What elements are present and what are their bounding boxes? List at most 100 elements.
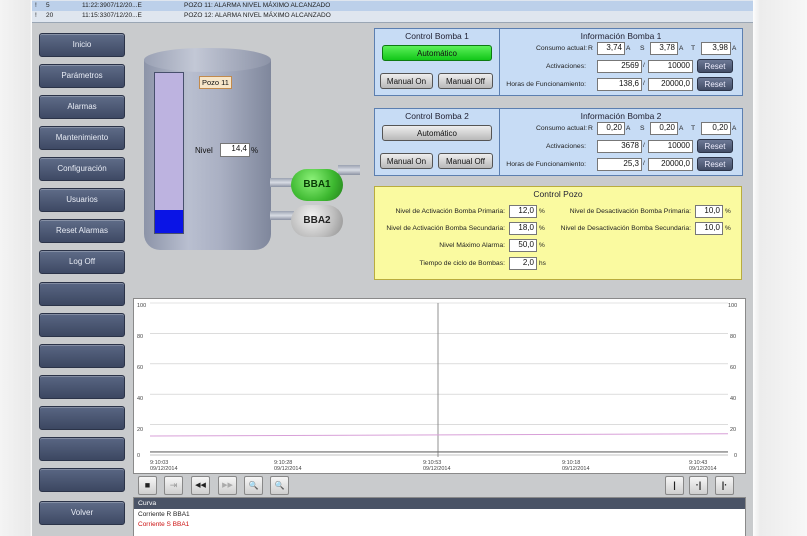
t-label: T (691, 125, 696, 132)
alarm-number: 20 (46, 12, 54, 19)
bomba1-r-value: 3,74 (597, 42, 625, 55)
horas-label: Horas de Funcionamiento: (506, 81, 586, 88)
pozo-unit: % (725, 225, 731, 232)
curve-row[interactable]: Corriente R BBA1 (138, 510, 190, 519)
bomba2-activaciones-max: 10000 (648, 140, 693, 153)
pozo-activacion-secundaria[interactable]: 18,0 (509, 222, 537, 235)
zoom-in-button[interactable]: 🔍 (244, 476, 263, 495)
bomba1-auto-button[interactable]: Automático (382, 45, 492, 61)
pozo-desactivacion-primaria[interactable]: 10,0 (695, 205, 723, 218)
nav-volver-button[interactable]: Volver (39, 501, 125, 525)
bomba1-activaciones: 2569 (597, 60, 642, 73)
bomba2-reset-horas-button[interactable]: Reset (697, 157, 733, 171)
nav-logoff-button[interactable]: Log Off (39, 250, 125, 274)
pozo-label: Nivel Máximo Alarma: (439, 242, 505, 249)
y-tick-label: 60 (137, 365, 143, 371)
nav-empty-button[interactable] (39, 344, 125, 368)
x-date-label: 09/12/2014 (150, 466, 178, 472)
bomba1-t-value: 3,98 (701, 42, 731, 55)
curve-row[interactable]: Corriente S BBA1 (138, 520, 189, 529)
nav-inicio-button[interactable]: Inicio (39, 33, 125, 57)
y-tick-label-right: 80 (730, 334, 736, 340)
r-label: R (588, 45, 593, 52)
info-bomba2-title: Información Bomba 2 (580, 111, 662, 121)
unit-a: A (679, 125, 684, 132)
nav-empty-button[interactable] (39, 375, 125, 399)
rewind-button[interactable]: ◀◀ (191, 476, 210, 495)
forward-button[interactable]: ▶▶ (218, 476, 237, 495)
nav-alarmas-button[interactable]: Alarmas (39, 95, 125, 119)
nav-mantenimiento-button[interactable]: Mantenimiento (39, 126, 125, 150)
bomba2-manual-on-button[interactable]: Manual On (380, 153, 433, 169)
bomba2-horas: 25,3 (597, 158, 642, 171)
pozo-desactivacion-secundaria[interactable]: 10,0 (695, 222, 723, 235)
pozo-tiempo-ciclo[interactable]: 2,0 (509, 257, 537, 270)
series-r-line (149, 433, 729, 437)
y-tick-label: 20 (137, 427, 143, 433)
y-tick-label-right: 100 (728, 303, 737, 309)
pozo-nivel-maximo[interactable]: 50,0 (509, 239, 537, 252)
bomba1-manual-off-button[interactable]: Manual Off (438, 73, 493, 89)
horas-label: Horas de Funcionamiento: (506, 161, 586, 168)
alarm-message: POZO 11: ALARMA NIVEL MÁXIMO ALCANZADO (184, 2, 331, 9)
y-tick-label-right: 0 (734, 453, 737, 459)
t-label: T (691, 45, 696, 52)
control-bomba2-panel: Control Bomba 2 Automático Manual On Man… (374, 108, 500, 176)
pozo-label: Nivel de Desactivación Bomba Secundaria: (560, 225, 691, 232)
pump1-icon[interactable]: BBA1 (291, 169, 343, 201)
pozo-label: Tiempo de ciclo de Bombas: (419, 260, 505, 267)
alarm-banner: ! 5 11:22:3907/12/20...E POZO 11: ALARMA… (32, 0, 753, 23)
bomba1-manual-on-button[interactable]: Manual On (380, 73, 433, 89)
nav-parametros-button[interactable]: Parámetros (39, 64, 125, 88)
nav-usuarios-button[interactable]: Usuarios (39, 188, 125, 212)
x-date-label: 09/12/2014 (274, 466, 302, 472)
nav-reset-alarmas-button[interactable]: Reset Alarmas (39, 219, 125, 243)
curve-table-header: Curva (134, 498, 745, 509)
scada-window: ! 5 11:22:3907/12/20...E POZO 11: ALARMA… (32, 0, 753, 536)
bomba1-reset-horas-button[interactable]: Reset (697, 77, 733, 91)
nav-configuracion-button[interactable]: Configuración (39, 157, 125, 181)
level-label: Nivel (195, 146, 213, 155)
bomba1-reset-activaciones-button[interactable]: Reset (697, 59, 733, 73)
info-bomba1-title: Información Bomba 1 (580, 31, 662, 41)
nav-empty-button[interactable] (39, 406, 125, 430)
stop-button[interactable]: ■ (138, 476, 157, 495)
bomba1-activaciones-max: 10000 (648, 60, 693, 73)
bomba2-manual-off-button[interactable]: Manual Off (438, 153, 493, 169)
y-tick-label-right: 60 (730, 365, 736, 371)
curve-table: Curva Corriente R BBA1 Corriente S BBA1 (133, 497, 746, 536)
ruler-left-icon[interactable]: ·| (689, 476, 708, 495)
bomba1-horas: 138,6 (597, 78, 642, 91)
alarm-row[interactable]: ! 20 11:15:3307/12/20...E POZO 12: ALARM… (32, 11, 753, 21)
consumo-label: Consumo actual: (535, 45, 587, 52)
pump2-icon[interactable]: BBA2 (291, 205, 343, 237)
bomba2-horas-max: 20000,0 (648, 158, 693, 171)
pozo-activacion-primaria[interactable]: 12,0 (509, 205, 537, 218)
control-bomba2-title: Control Bomba 2 (405, 111, 469, 121)
y-tick-label: 80 (137, 334, 143, 340)
tank-level-bar (154, 72, 184, 234)
bomba2-reset-activaciones-button[interactable]: Reset (697, 139, 733, 153)
trend-chart[interactable]: 100 80 60 40 20 0 100 80 60 40 20 0 9:10… (133, 298, 746, 474)
bomba2-activaciones: 3678 (597, 140, 642, 153)
nav-empty-button[interactable] (39, 282, 125, 306)
pump2-label: BBA2 (303, 215, 331, 226)
x-date-label: 09/12/2014 (562, 466, 590, 472)
nav-empty-button[interactable] (39, 437, 125, 461)
bomba2-auto-button[interactable]: Automático (382, 125, 492, 141)
activaciones-label: Activaciones: (545, 63, 586, 70)
unit-a: A (732, 45, 737, 52)
unit-a: A (626, 45, 631, 52)
bomba2-r-value: 0,20 (597, 122, 625, 135)
alarm-message: POZO 12: ALARMA NIVEL MÁXIMO ALCANZADO (184, 12, 331, 19)
ruler-icon[interactable]: | (665, 476, 684, 495)
unit-a: A (732, 125, 737, 132)
nav-empty-button[interactable] (39, 468, 125, 492)
alarm-row[interactable]: ! 5 11:22:3907/12/20...E POZO 11: ALARMA… (32, 1, 753, 11)
ruler-right-icon[interactable]: |· (715, 476, 734, 495)
zoom-out-button[interactable]: 🔍 (270, 476, 289, 495)
nav-empty-button[interactable] (39, 313, 125, 337)
y-tick-label: 40 (137, 396, 143, 402)
step-back-button[interactable]: ⇥ (164, 476, 183, 495)
r-label: R (588, 125, 593, 132)
